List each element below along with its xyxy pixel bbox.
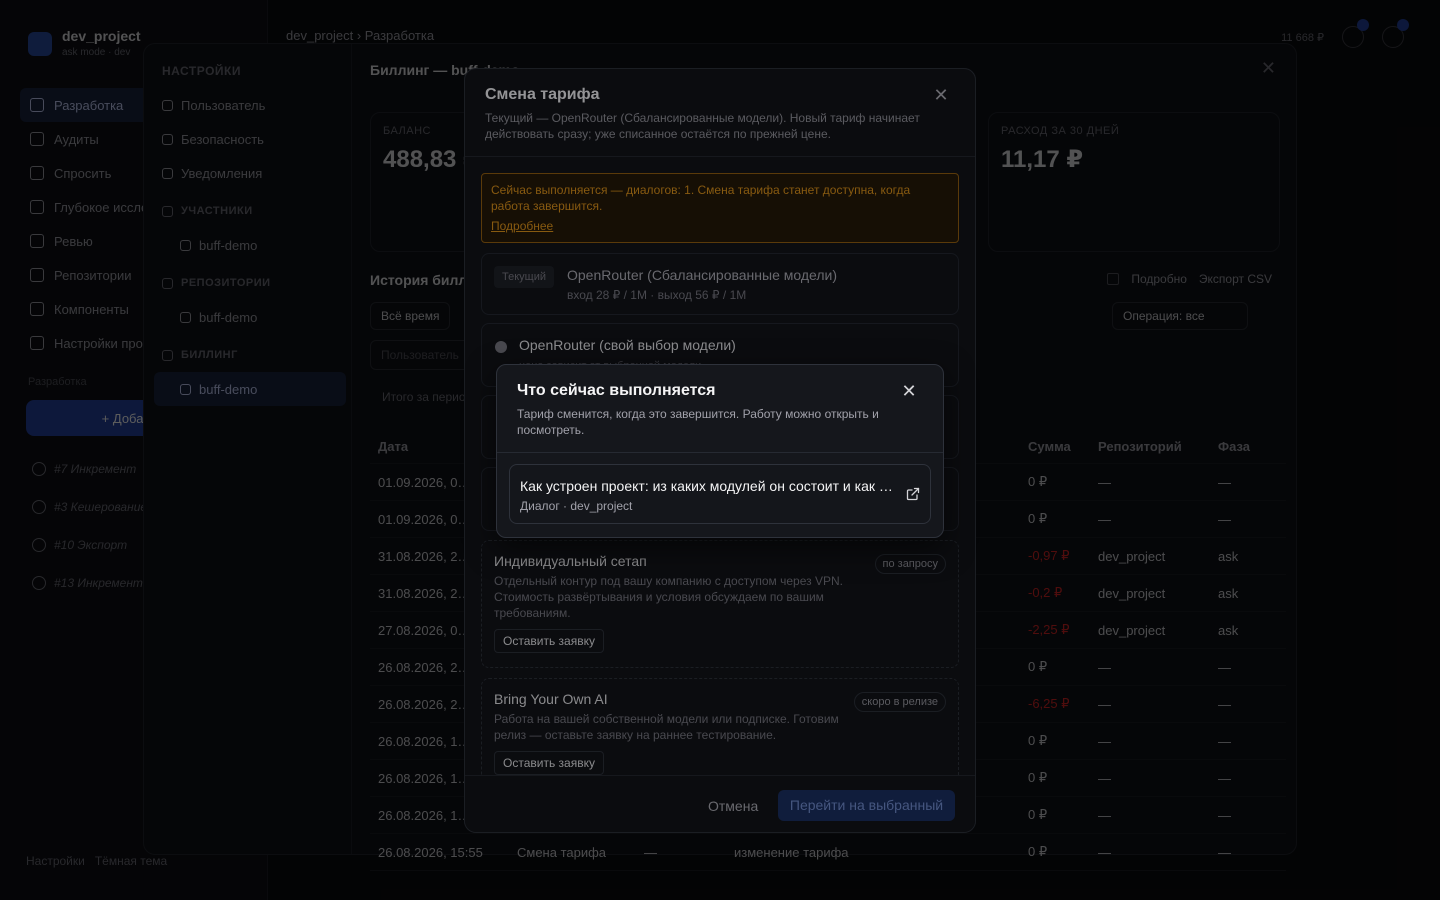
divider bbox=[497, 452, 943, 453]
running-dialog-item[interactable]: Как устроен проект: из каких модулей он … bbox=[509, 464, 931, 524]
running-item-subtitle: Диалог · dev_project bbox=[520, 499, 633, 513]
external-link-icon[interactable] bbox=[906, 487, 920, 501]
running-dialog-title: Что сейчас выполняется bbox=[517, 382, 716, 399]
running-work-dialog: Что сейчас выполняется Тариф сменится, к… bbox=[496, 364, 944, 538]
running-dialog-description: Тариф сменится, когда это завершится. Ра… bbox=[517, 407, 879, 437]
running-close-icon[interactable]: ✕ bbox=[899, 381, 919, 401]
running-item-title: Как устроен проект: из каких модулей он … bbox=[520, 478, 896, 494]
